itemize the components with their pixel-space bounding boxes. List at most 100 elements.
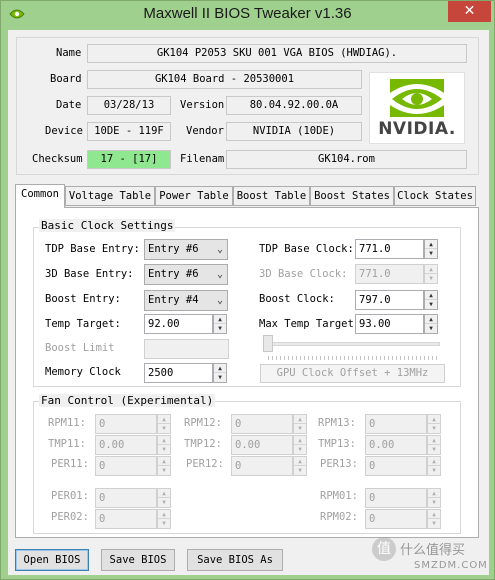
device-label: Device <box>45 125 83 137</box>
spin-down-icon: ▼ <box>432 520 436 527</box>
gpu-offset-slider-thumb[interactable] <box>263 335 273 352</box>
spin-down-icon[interactable]: ▼ <box>214 324 226 333</box>
temp-target-spinner[interactable]: ▲ ▼ <box>213 314 227 334</box>
max-temp-target-input[interactable]: 93.00 <box>355 314 424 334</box>
per02-spinner: ▲ ▼ <box>157 509 171 529</box>
spin-down-icon[interactable]: ▼ <box>425 249 437 258</box>
tab-boost-table[interactable]: Boost Table <box>233 186 310 206</box>
date-field: 03/28/13 <box>87 96 171 115</box>
rpm02-input: 0 <box>365 509 427 529</box>
tab-boost-states[interactable]: Boost States <box>310 186 394 206</box>
tmp11-label: TMP11: <box>48 438 86 450</box>
spin-up-icon: ▲ <box>158 510 170 519</box>
tmp12-input: 0.00 <box>231 435 293 455</box>
rpm01-input: 0 <box>365 488 427 508</box>
checksum-field: 17 - [17] <box>87 150 171 169</box>
spin-down-icon[interactable]: ▼ <box>425 324 437 333</box>
rpm01-label: RPM01: <box>320 490 358 502</box>
3d-base-entry-label: 3D Base Entry: <box>45 268 134 280</box>
rpm13-label: RPM13: <box>318 417 356 429</box>
max-temp-target-spinner[interactable]: ▲ ▼ <box>424 314 438 334</box>
memory-clock-input[interactable]: 2500 <box>144 363 213 383</box>
tdp-base-entry-label: TDP Base Entry: <box>45 243 140 255</box>
boost-clock-input[interactable]: 797.0 <box>355 290 424 310</box>
close-button[interactable]: ✕ <box>448 1 491 22</box>
boost-limit-label: Boost Limit <box>45 342 115 354</box>
memory-clock-label: Memory Clock <box>45 366 121 378</box>
tdp-base-entry-select[interactable]: Entry #6 ⌄ <box>144 239 228 260</box>
per11-spinner: ▲ ▼ <box>157 456 171 476</box>
tab-common[interactable]: Common <box>15 184 65 208</box>
spin-up-icon: ▲ <box>428 489 440 498</box>
per01-spinner: ▲ ▼ <box>157 488 171 508</box>
spin-down-icon: ▼ <box>298 467 302 474</box>
boost-entry-select[interactable]: Entry #4 ⌄ <box>144 290 228 311</box>
date-label: Date <box>56 99 82 111</box>
max-temp-target-label: Max Temp Target: <box>259 318 361 330</box>
spin-up-icon: ▲ <box>158 436 170 445</box>
tab-clock-states[interactable]: Clock States <box>394 186 476 206</box>
boost-limit-input <box>144 339 229 359</box>
spin-up-icon[interactable]: ▲ <box>214 315 226 324</box>
nvidia-wordmark: NVIDIA. <box>378 119 456 139</box>
per12-input: 0 <box>231 456 293 476</box>
rpm11-spinner: ▲ ▼ <box>157 414 171 434</box>
save-bios-button[interactable]: Save BIOS <box>101 549 175 571</box>
tab-voltage-table[interactable]: Voltage Table <box>65 186 155 206</box>
board-label: Board <box>50 73 82 85</box>
spin-up-icon[interactable]: ▲ <box>425 315 437 324</box>
chevron-down-icon: ⌄ <box>216 244 223 255</box>
per02-label: PER02: <box>51 511 89 523</box>
title-bar[interactable]: Maxwell II BIOS Tweaker v1.36 ✕ <box>1 1 494 29</box>
basic-clock-title: Basic Clock Settings <box>39 219 176 232</box>
watermark-cn-text: 什么值得买 <box>400 543 466 558</box>
spin-down-icon: ▼ <box>432 446 436 453</box>
spin-down-icon: ▼ <box>432 499 436 506</box>
watermark-badge-icon: 值 <box>372 537 396 561</box>
spin-down-icon: ▼ <box>298 425 302 432</box>
tmp12-spinner: ▲ ▼ <box>293 435 307 455</box>
spin-down-icon[interactable]: ▼ <box>425 300 437 309</box>
tmp11-spinner: ▲ ▼ <box>157 435 171 455</box>
vendor-field: NVIDIA (10DE) <box>226 122 362 141</box>
per11-input: 0 <box>95 456 157 476</box>
checksum-label: Checksum <box>32 153 83 165</box>
tmp12-label: TMP12: <box>184 438 222 450</box>
3d-base-clock-label: 3D Base Clock: <box>259 268 348 280</box>
spin-down-icon[interactable]: ▼ <box>214 373 226 382</box>
per13-spinner: ▲ ▼ <box>427 456 441 476</box>
spin-down-icon: ▼ <box>162 499 166 506</box>
tdp-base-clock-input[interactable]: 771.0 <box>355 239 424 259</box>
nvidia-logo: NVIDIA. <box>369 72 465 144</box>
boost-clock-spinner[interactable]: ▲ ▼ <box>424 290 438 310</box>
spin-down-icon: ▼ <box>162 425 166 432</box>
save-bios-as-button[interactable]: Save BIOS As <box>187 549 283 571</box>
spin-up-icon: ▲ <box>428 415 440 424</box>
per02-input: 0 <box>95 509 157 529</box>
vendor-label: Vendor <box>186 125 224 137</box>
boost-entry-value: Entry #4 <box>148 294 199 306</box>
temp-target-input[interactable]: 92.00 <box>144 314 213 334</box>
3d-base-clock-spinner: ▲ ▼ <box>424 264 438 284</box>
per01-input: 0 <box>95 488 157 508</box>
tmp13-spinner: ▲ ▼ <box>427 435 441 455</box>
3d-base-clock-input: 771.0 <box>355 264 424 284</box>
spin-up-icon[interactable]: ▲ <box>425 291 437 300</box>
spin-down-icon: ▼ <box>162 446 166 453</box>
spin-up-icon[interactable]: ▲ <box>214 364 226 373</box>
spin-up-icon: ▲ <box>428 510 440 519</box>
per11-label: PER11: <box>51 458 89 470</box>
gpu-offset-slider-track[interactable] <box>264 342 440 346</box>
gpu-clock-offset-label: GPU Clock Offset + 13MHz <box>260 364 445 383</box>
tdp-base-clock-spinner[interactable]: ▲ ▼ <box>424 239 438 259</box>
fan-control-title: Fan Control (Experimental) <box>39 394 216 407</box>
open-bios-button[interactable]: Open BIOS <box>15 549 89 571</box>
device-field: 10DE - 119F <box>87 122 171 141</box>
window-title: Maxwell II BIOS Tweaker v1.36 <box>143 5 352 22</box>
spin-up-icon: ▲ <box>428 457 440 466</box>
watermark-en-text: SMZDM.COM <box>414 560 488 571</box>
3d-base-entry-select[interactable]: Entry #6 ⌄ <box>144 264 228 285</box>
tab-power-table[interactable]: Power Table <box>155 186 233 206</box>
spin-up-icon[interactable]: ▲ <box>425 240 437 249</box>
memory-clock-spinner[interactable]: ▲ ▼ <box>213 363 227 383</box>
